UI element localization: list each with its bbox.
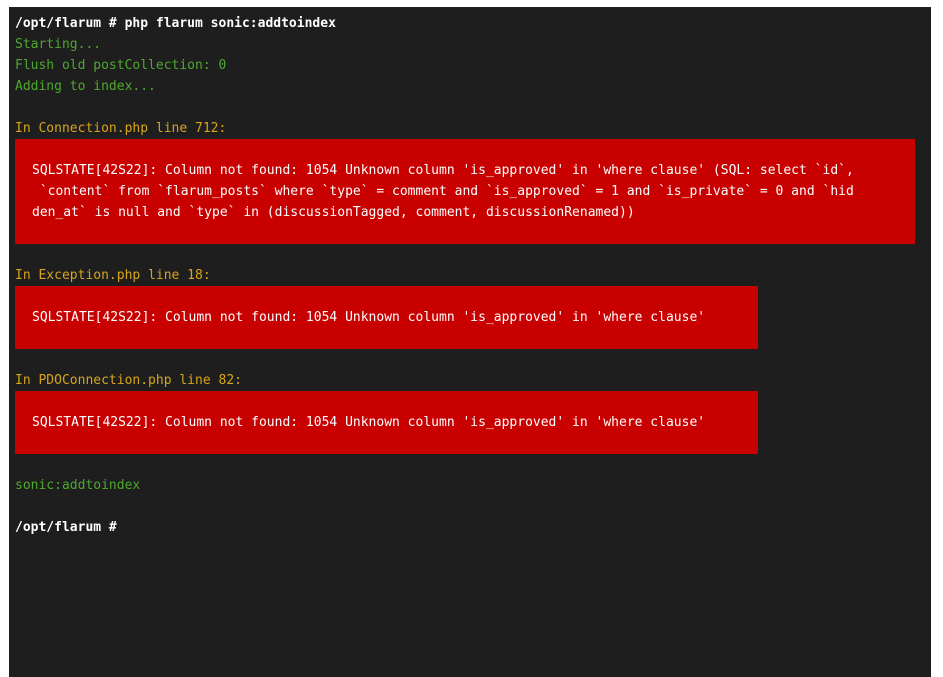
error-message-line: den_at` is null and `type` in (discussio… bbox=[32, 205, 635, 220]
output-adding: Adding to index... bbox=[15, 79, 156, 94]
error-location-exception: In Exception.php line 18: bbox=[15, 268, 211, 283]
error-message-line: SQLSTATE[42S22]: Column not found: 1054 … bbox=[32, 163, 854, 178]
usage-command: sonic:addtoindex bbox=[15, 478, 141, 493]
output-starting: Starting... bbox=[15, 37, 102, 52]
output-flush: Flush old postCollection: 0 bbox=[15, 58, 227, 73]
terminal-window[interactable]: /opt/flarum # php flarum sonic:addtoinde… bbox=[9, 7, 931, 677]
error-message-line: SQLSTATE[42S22]: Column not found: 1054 … bbox=[32, 310, 706, 325]
error-location-connection: In Connection.php line 712: bbox=[15, 121, 227, 136]
shell-prompt[interactable]: /opt/flarum # bbox=[15, 517, 117, 538]
error-message-line: `content` from `flarum_posts` where `typ… bbox=[32, 184, 854, 199]
command-line: /opt/flarum # php flarum sonic:addtoinde… bbox=[15, 16, 336, 31]
error-location-pdoconnection: In PDOConnection.php line 82: bbox=[15, 373, 242, 388]
error-block-connection: SQLSTATE[42S22]: Column not found: 1054 … bbox=[15, 139, 915, 244]
error-block-pdoconnection: SQLSTATE[42S22]: Column not found: 1054 … bbox=[15, 391, 758, 454]
error-block-exception: SQLSTATE[42S22]: Column not found: 1054 … bbox=[15, 286, 758, 349]
error-message-line: SQLSTATE[42S22]: Column not found: 1054 … bbox=[32, 415, 706, 430]
